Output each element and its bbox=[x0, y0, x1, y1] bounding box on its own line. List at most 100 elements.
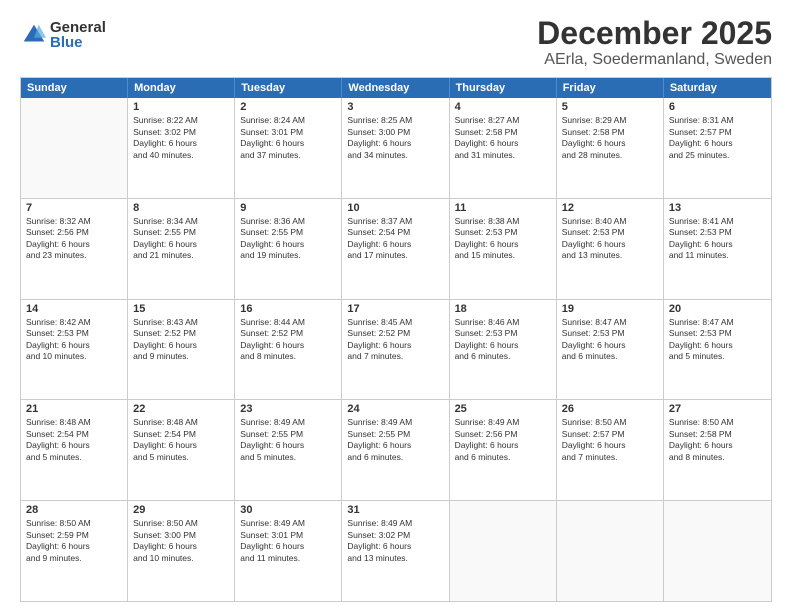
calendar: SundayMondayTuesdayWednesdayThursdayFrid… bbox=[20, 77, 772, 602]
day-number: 11 bbox=[455, 202, 551, 214]
day-number: 19 bbox=[562, 303, 658, 315]
calendar-week-4: 21 Sunrise: 8:48 AM Sunset: 2:54 PM Dayli… bbox=[21, 400, 771, 501]
header-cell-monday: Monday bbox=[128, 78, 235, 98]
calendar-cell: 24 Sunrise: 8:49 AM Sunset: 2:55 PM Dayli… bbox=[342, 400, 449, 500]
title-block: December 2025 AErla, Soedermanland, Swed… bbox=[537, 16, 772, 69]
day-number: 18 bbox=[455, 303, 551, 315]
day-number: 1 bbox=[133, 101, 229, 113]
day-info: Sunrise: 8:49 AM Sunset: 3:02 PM Dayligh… bbox=[347, 518, 443, 564]
day-number: 30 bbox=[240, 504, 336, 516]
day-number: 21 bbox=[26, 403, 122, 415]
calendar-cell bbox=[21, 98, 128, 198]
day-number: 13 bbox=[669, 202, 766, 214]
day-number: 20 bbox=[669, 303, 766, 315]
day-info: Sunrise: 8:36 AM Sunset: 2:55 PM Dayligh… bbox=[240, 216, 336, 262]
day-info: Sunrise: 8:45 AM Sunset: 2:52 PM Dayligh… bbox=[347, 317, 443, 363]
day-number: 7 bbox=[26, 202, 122, 214]
calendar-cell: 26 Sunrise: 8:50 AM Sunset: 2:57 PM Dayli… bbox=[557, 400, 664, 500]
calendar-cell: 3 Sunrise: 8:25 AM Sunset: 3:00 PM Daylig… bbox=[342, 98, 449, 198]
day-info: Sunrise: 8:32 AM Sunset: 2:56 PM Dayligh… bbox=[26, 216, 122, 262]
calendar-cell: 25 Sunrise: 8:49 AM Sunset: 2:56 PM Dayli… bbox=[450, 400, 557, 500]
calendar-cell: 22 Sunrise: 8:48 AM Sunset: 2:54 PM Dayli… bbox=[128, 400, 235, 500]
calendar-cell: 13 Sunrise: 8:41 AM Sunset: 2:53 PM Dayli… bbox=[664, 199, 771, 299]
calendar-title: December 2025 bbox=[537, 16, 772, 51]
day-number: 12 bbox=[562, 202, 658, 214]
day-info: Sunrise: 8:22 AM Sunset: 3:02 PM Dayligh… bbox=[133, 115, 229, 161]
header-cell-sunday: Sunday bbox=[21, 78, 128, 98]
day-info: Sunrise: 8:44 AM Sunset: 2:52 PM Dayligh… bbox=[240, 317, 336, 363]
calendar-cell: 27Sunrise: 8:50 AM Sunset: 2:58 PM Dayli… bbox=[664, 400, 771, 500]
day-number: 3 bbox=[347, 101, 443, 113]
calendar-cell: 28Sunrise: 8:50 AM Sunset: 2:59 PM Dayli… bbox=[21, 501, 128, 601]
calendar-cell: 5 Sunrise: 8:29 AM Sunset: 2:58 PM Daylig… bbox=[557, 98, 664, 198]
day-info: Sunrise: 8:40 AM Sunset: 2:53 PM Dayligh… bbox=[562, 216, 658, 262]
day-info: Sunrise: 8:25 AM Sunset: 3:00 PM Dayligh… bbox=[347, 115, 443, 161]
day-info: Sunrise: 8:37 AM Sunset: 2:54 PM Dayligh… bbox=[347, 216, 443, 262]
calendar-cell: 19 Sunrise: 8:47 AM Sunset: 2:53 PM Dayli… bbox=[557, 300, 664, 400]
day-number: 31 bbox=[347, 504, 443, 516]
calendar-cell bbox=[664, 501, 771, 601]
day-info: Sunrise: 8:41 AM Sunset: 2:53 PM Dayligh… bbox=[669, 216, 766, 262]
day-info: Sunrise: 8:47 AM Sunset: 2:53 PM Dayligh… bbox=[669, 317, 766, 363]
calendar-cell: 7 Sunrise: 8:32 AM Sunset: 2:56 PM Daylig… bbox=[21, 199, 128, 299]
calendar-cell bbox=[557, 501, 664, 601]
day-number: 28 bbox=[26, 504, 122, 516]
calendar-week-5: 28Sunrise: 8:50 AM Sunset: 2:59 PM Dayli… bbox=[21, 501, 771, 601]
day-number: 16 bbox=[240, 303, 336, 315]
day-number: 17 bbox=[347, 303, 443, 315]
day-number: 4 bbox=[455, 101, 551, 113]
calendar-cell: 4 Sunrise: 8:27 AM Sunset: 2:58 PM Daylig… bbox=[450, 98, 557, 198]
day-info: Sunrise: 8:38 AM Sunset: 2:53 PM Dayligh… bbox=[455, 216, 551, 262]
logo-general-text: General bbox=[50, 20, 106, 35]
calendar-week-3: 14 Sunrise: 8:42 AM Sunset: 2:53 PM Dayli… bbox=[21, 300, 771, 401]
day-info: Sunrise: 8:46 AM Sunset: 2:53 PM Dayligh… bbox=[455, 317, 551, 363]
day-number: 15 bbox=[133, 303, 229, 315]
calendar-header: SundayMondayTuesdayWednesdayThursdayFrid… bbox=[21, 78, 771, 98]
day-info: Sunrise: 8:27 AM Sunset: 2:58 PM Dayligh… bbox=[455, 115, 551, 161]
day-info: Sunrise: 8:29 AM Sunset: 2:58 PM Dayligh… bbox=[562, 115, 658, 161]
header-cell-tuesday: Tuesday bbox=[235, 78, 342, 98]
calendar-cell: 31 Sunrise: 8:49 AM Sunset: 3:02 PM Dayli… bbox=[342, 501, 449, 601]
day-info: Sunrise: 8:24 AM Sunset: 3:01 PM Dayligh… bbox=[240, 115, 336, 161]
day-info: Sunrise: 8:48 AM Sunset: 2:54 PM Dayligh… bbox=[133, 417, 229, 463]
day-number: 8 bbox=[133, 202, 229, 214]
day-number: 22 bbox=[133, 403, 229, 415]
calendar-cell: 8Sunrise: 8:34 AM Sunset: 2:55 PM Daylig… bbox=[128, 199, 235, 299]
logo-blue-text: Blue bbox=[50, 35, 106, 50]
day-number: 5 bbox=[562, 101, 658, 113]
day-info: Sunrise: 8:31 AM Sunset: 2:57 PM Dayligh… bbox=[669, 115, 766, 161]
day-info: Sunrise: 8:48 AM Sunset: 2:54 PM Dayligh… bbox=[26, 417, 122, 463]
day-number: 9 bbox=[240, 202, 336, 214]
calendar-cell: 30 Sunrise: 8:49 AM Sunset: 3:01 PM Dayli… bbox=[235, 501, 342, 601]
header-cell-thursday: Thursday bbox=[450, 78, 557, 98]
day-info: Sunrise: 8:49 AM Sunset: 2:56 PM Dayligh… bbox=[455, 417, 551, 463]
header-cell-wednesday: Wednesday bbox=[342, 78, 449, 98]
day-number: 27 bbox=[669, 403, 766, 415]
page: General Blue December 2025 AErla, Soeder… bbox=[0, 0, 792, 612]
day-number: 29 bbox=[133, 504, 229, 516]
calendar-cell: 2 Sunrise: 8:24 AM Sunset: 3:01 PM Daylig… bbox=[235, 98, 342, 198]
day-number: 24 bbox=[347, 403, 443, 415]
calendar-cell: 6Sunrise: 8:31 AM Sunset: 2:57 PM Daylig… bbox=[664, 98, 771, 198]
calendar-cell: 1 Sunrise: 8:22 AM Sunset: 3:02 PM Daylig… bbox=[128, 98, 235, 198]
day-number: 25 bbox=[455, 403, 551, 415]
day-number: 23 bbox=[240, 403, 336, 415]
calendar-cell: 10 Sunrise: 8:37 AM Sunset: 2:54 PM Dayli… bbox=[342, 199, 449, 299]
day-info: Sunrise: 8:49 AM Sunset: 3:01 PM Dayligh… bbox=[240, 518, 336, 564]
day-info: Sunrise: 8:47 AM Sunset: 2:53 PM Dayligh… bbox=[562, 317, 658, 363]
day-info: Sunrise: 8:42 AM Sunset: 2:53 PM Dayligh… bbox=[26, 317, 122, 363]
day-number: 14 bbox=[26, 303, 122, 315]
header-cell-saturday: Saturday bbox=[664, 78, 771, 98]
calendar-week-2: 7 Sunrise: 8:32 AM Sunset: 2:56 PM Daylig… bbox=[21, 199, 771, 300]
day-number: 2 bbox=[240, 101, 336, 113]
logo-text: General Blue bbox=[50, 20, 106, 50]
day-info: Sunrise: 8:50 AM Sunset: 2:57 PM Dayligh… bbox=[562, 417, 658, 463]
calendar-cell: 11 Sunrise: 8:38 AM Sunset: 2:53 PM Dayli… bbox=[450, 199, 557, 299]
day-number: 10 bbox=[347, 202, 443, 214]
calendar-week-1: 1 Sunrise: 8:22 AM Sunset: 3:02 PM Daylig… bbox=[21, 98, 771, 199]
day-info: Sunrise: 8:49 AM Sunset: 2:55 PM Dayligh… bbox=[347, 417, 443, 463]
calendar-cell: 18 Sunrise: 8:46 AM Sunset: 2:53 PM Dayli… bbox=[450, 300, 557, 400]
day-number: 26 bbox=[562, 403, 658, 415]
calendar-cell: 21 Sunrise: 8:48 AM Sunset: 2:54 PM Dayli… bbox=[21, 400, 128, 500]
header: General Blue December 2025 AErla, Soeder… bbox=[20, 16, 772, 69]
